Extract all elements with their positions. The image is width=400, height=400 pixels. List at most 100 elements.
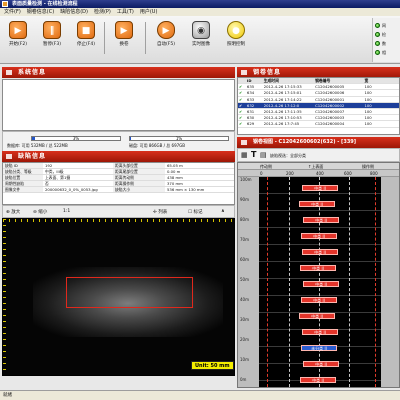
status-check-icon: ✔	[239, 102, 243, 108]
pause-button[interactable]: ‖ 暂停(F3)	[37, 18, 67, 58]
coil-map-row-label: 80m	[240, 217, 249, 222]
checkbox-icon: ☐	[188, 210, 193, 215]
defect-marker[interactable]: 中类 II	[299, 201, 335, 207]
grid-line	[349, 177, 350, 387]
zoom-ratio: 1:1	[63, 209, 71, 214]
light-bulb-icon: ●	[227, 21, 245, 39]
edge-line-right	[375, 177, 376, 387]
coil-map-row-label: 0m	[240, 377, 247, 382]
change-coil-button[interactable]: ▶ 换卷	[109, 18, 139, 58]
coil-map-row-label: 50m	[240, 277, 249, 282]
system-log[interactable]	[2, 79, 235, 131]
defect-marker[interactable]: 中类 II	[302, 249, 338, 255]
status-check-icon: ✔	[239, 115, 243, 121]
auto-button[interactable]: ▶ 自动(F5)	[151, 18, 181, 58]
coil-map-row-label: 10m	[240, 357, 249, 362]
coil-map-row-label: 40m	[240, 297, 249, 302]
grid-line	[289, 177, 290, 387]
coil-map-row-label: 20m	[240, 337, 249, 342]
app-icon	[2, 1, 8, 7]
defect-marker[interactable]: 中类 II	[302, 185, 338, 191]
green-led-icon	[375, 50, 380, 55]
defect-bounding-box	[66, 277, 193, 308]
menu-defect[interactable]: 缺陷信息(D)	[60, 8, 88, 16]
grid-view-icon[interactable]: ▦	[241, 151, 248, 159]
defect-marker[interactable]: 中类 II	[301, 233, 337, 239]
database-label: 数据库: 可用 532MB / 总 522MB	[7, 143, 68, 148]
magnifier-minus-icon: ⊖	[33, 210, 37, 215]
toolbar-separator	[145, 22, 146, 54]
defect-marker[interactable]: 中类 II	[300, 265, 336, 271]
disk-usage-bar: 1%	[129, 136, 229, 141]
magnifier-plus-icon: ⊕	[6, 210, 10, 215]
auto-play-icon: ▶	[157, 21, 175, 39]
collapse-up-icon[interactable]: ∧	[221, 209, 225, 214]
status-led: 数	[375, 39, 398, 48]
status-check-icon: ✔	[239, 96, 243, 102]
live-image-button[interactable]: ◉ 实时图像	[186, 18, 216, 58]
text-view-icon[interactable]: T	[251, 150, 256, 159]
menu-coil[interactable]: 钢卷信息(C)	[27, 8, 54, 16]
zoom-in-button[interactable]: ⊕ 放大	[6, 209, 20, 215]
green-led-icon	[375, 41, 380, 46]
defect-marker[interactable]: 中类 II	[303, 217, 339, 223]
defect-marker[interactable]: 中类 II	[300, 377, 336, 383]
coil-map-toolbar: ▦ T ▤ 缺陷视选：全部分类	[237, 148, 400, 162]
menu-file[interactable]: 文件(F)	[4, 8, 21, 16]
zoom-out-button[interactable]: ⊖ 缩小	[33, 209, 47, 215]
defect-marker[interactable]: 中类 II	[301, 297, 337, 303]
status-check-icon: ✔	[239, 108, 243, 114]
status-check-icon: ✔	[239, 84, 243, 90]
panel-icon	[6, 70, 12, 75]
camera-icon: ◉	[192, 21, 210, 39]
vertical-ruler	[3, 219, 6, 375]
menu-inspect[interactable]: 检测(P)	[94, 8, 111, 16]
coil-map-row-label: 70m	[240, 237, 249, 242]
stop-button[interactable]: ■ 停止(F4)	[71, 18, 101, 58]
list-button[interactable]: ✢ 列表	[153, 209, 167, 215]
defect-marker[interactable]: 中类 II	[303, 281, 339, 287]
defect-image-view[interactable]: Unit: 50 mm	[2, 218, 235, 376]
menu-tools[interactable]: 工具(T)	[117, 8, 134, 16]
panel-icon	[6, 154, 12, 159]
window-title: 表面质量检测 - 在线检测流程	[12, 1, 78, 7]
storage-status: 3% 1% 数据库: 可用 532MB / 总 522MB 磁盘: 可用 866…	[2, 131, 235, 153]
database-usage-bar: 3%	[31, 136, 121, 141]
horizontal-ruler	[3, 219, 234, 222]
coil-map-grid: 中类 II 中类 II 中类 II 中类 II 中类 II 中类 II 中类 II 中类 II…	[259, 177, 381, 387]
image-toolbar: ⊕ 放大 ⊖ 缩小 1:1 ✢ 列表 ☐ 标记 ∧	[2, 205, 235, 218]
coil-map-header: 钢卷视图 - C12042600602(632) - [339]	[237, 137, 400, 148]
toolbar: ▶ 开始(F2) ‖ 暂停(F3) ■ 停止(F4) ▶ 换卷 ▶ 自动(F5)…	[0, 16, 400, 64]
status-indicators: 网 检 数 相	[372, 18, 400, 62]
stop-icon: ■	[77, 21, 95, 39]
edge-line-left	[267, 177, 268, 387]
menu-user[interactable]: 用户(U)	[140, 8, 158, 16]
panel-icon	[241, 70, 247, 75]
coil-map-row-label: 60m	[240, 257, 249, 262]
lighting-control-button[interactable]: ● 照明控制	[221, 18, 251, 58]
table-row[interactable]: ✔ 629 2012-4-26 17:7:45 C12042600004 100	[238, 121, 399, 128]
coil-defect-map[interactable]: 传动侧 ↑上表面 操作侧 0 200 400 600 800 100m 90m 80…	[237, 162, 400, 388]
status-led: 检	[375, 30, 398, 39]
panel-icon	[241, 140, 247, 145]
coil-map-row-label: 90m	[240, 197, 249, 202]
defect-marker[interactable]: 中类 II	[302, 329, 338, 335]
surface-label: ↑上表面	[308, 164, 324, 169]
unit-label: Unit: 50 mm	[191, 361, 234, 370]
title-bar: 表面质量检测 - 在线检测流程	[0, 0, 400, 8]
green-led-icon	[375, 32, 380, 37]
defect-marker[interactable]: 中类 II	[303, 361, 339, 367]
report-icon[interactable]: ▤	[260, 151, 267, 159]
defect-filter[interactable]: 缺陷视选：全部分类	[270, 153, 306, 159]
mark-button[interactable]: ☐ 标记	[188, 209, 202, 215]
coil-table: ID 生成时间 钢卷编号宽 ✔ 635 2012-4-26 17:15:33 C12042…	[237, 77, 400, 135]
status-led: 相	[375, 48, 398, 57]
defect-marker[interactable]: 中类 II	[299, 313, 335, 319]
start-button[interactable]: ▶ 开始(F2)	[3, 18, 33, 58]
system-info-header: 系统信息	[2, 67, 235, 78]
main-window: 表面质量检测 - 在线检测流程 文件(F) 钢卷信息(C) 缺陷信息(D) 检测…	[0, 0, 400, 400]
next-coil-icon: ▶	[115, 21, 133, 39]
status-led: 网	[375, 21, 398, 30]
status-check-icon: ✔	[239, 121, 243, 127]
defect-marker[interactable]: 未分类 II	[301, 345, 337, 351]
